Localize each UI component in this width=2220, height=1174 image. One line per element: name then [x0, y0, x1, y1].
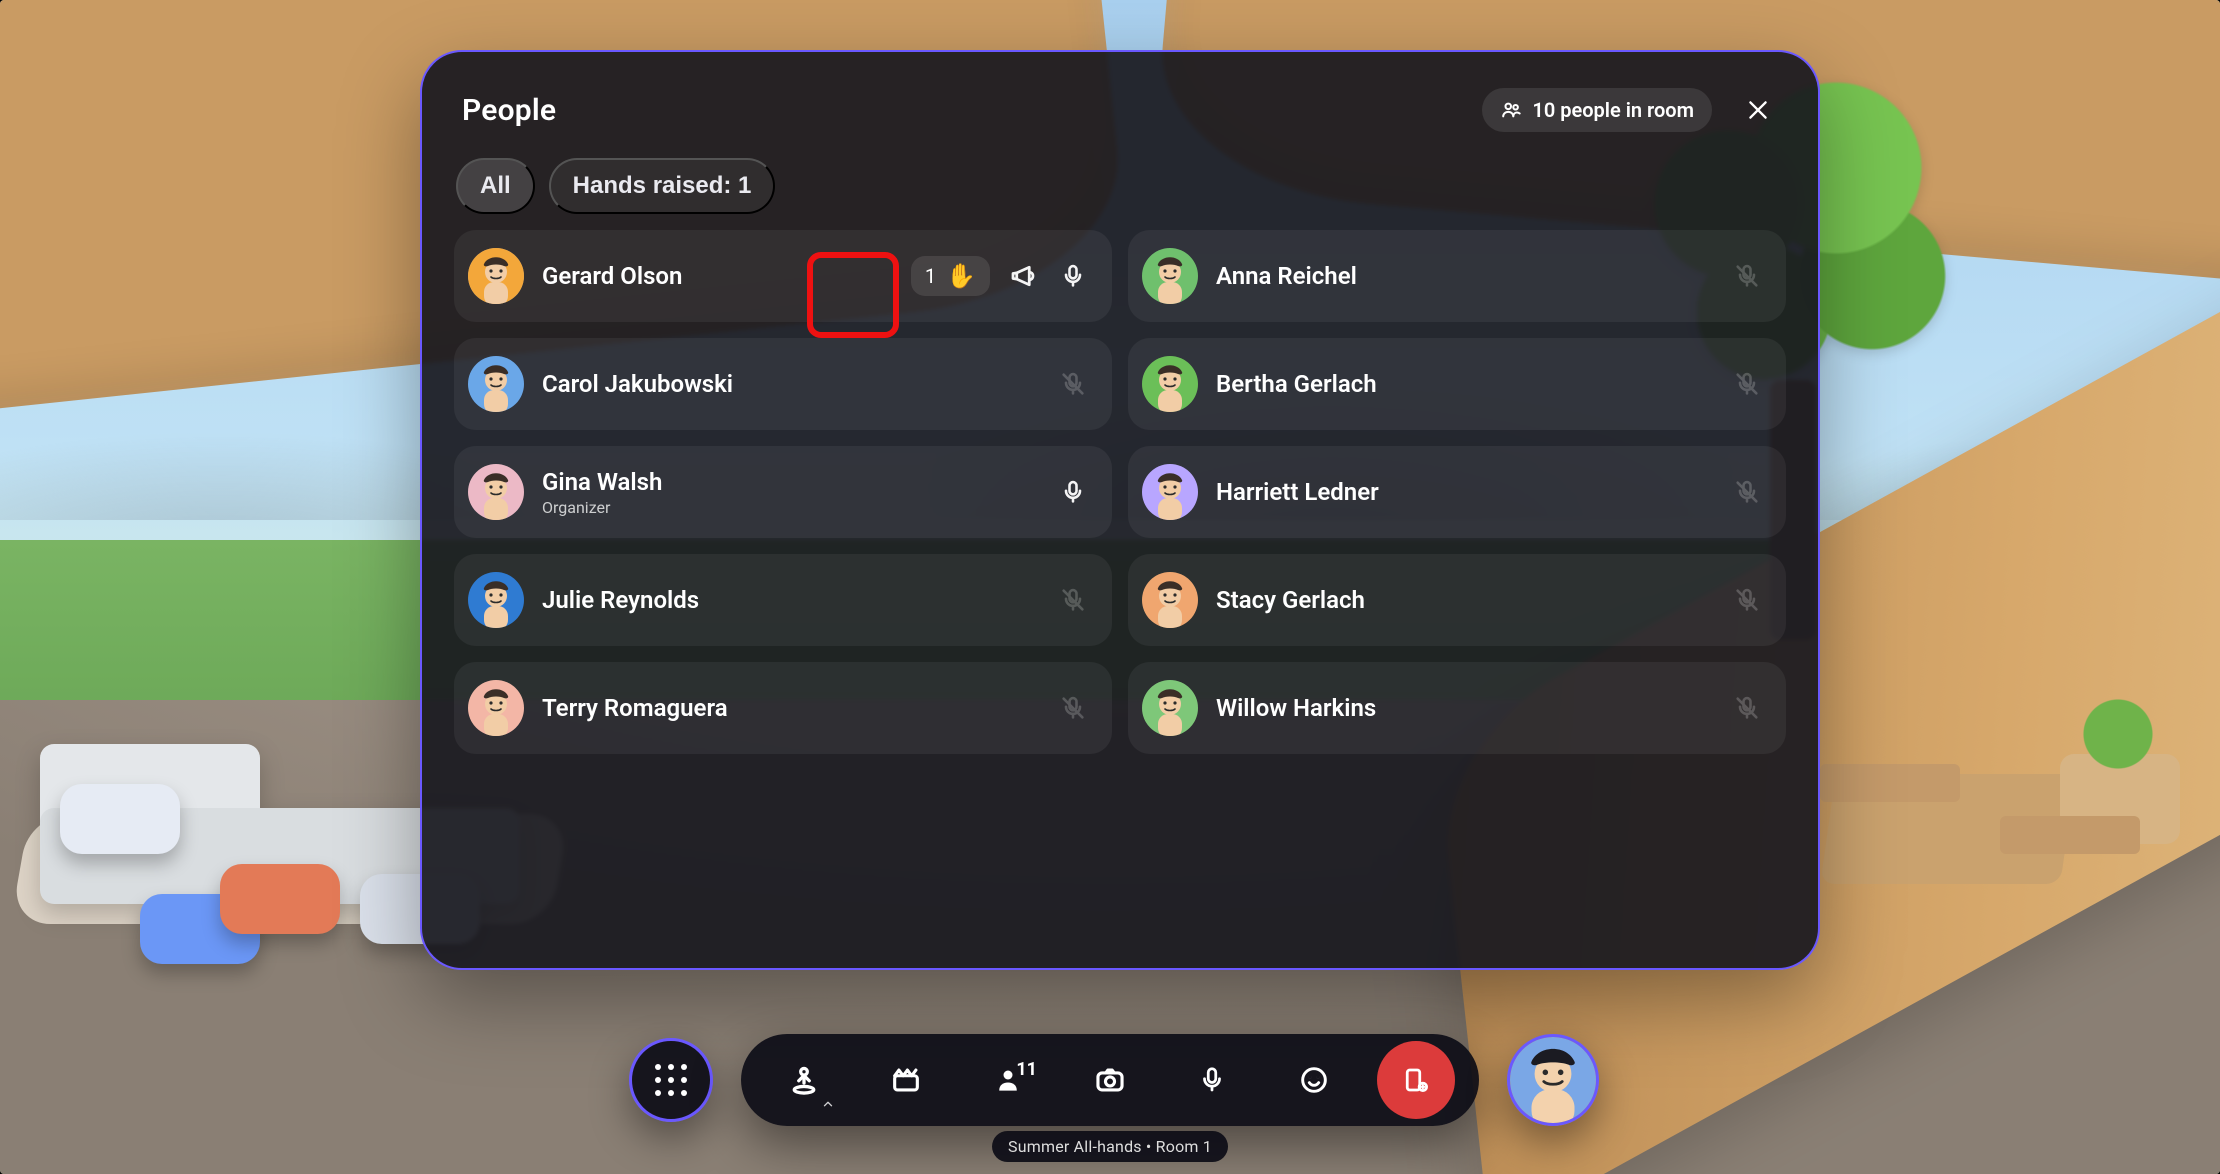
close-button[interactable] [1734, 86, 1782, 134]
avatar [468, 464, 524, 520]
microphone-icon [1197, 1065, 1227, 1095]
microphone-button[interactable] [1173, 1041, 1251, 1119]
avatar [1142, 680, 1198, 736]
leave-icon [1401, 1065, 1431, 1095]
people-icon [1500, 99, 1522, 121]
people-grid: Gerard Olson1✋ Anna Reichel [448, 230, 1792, 754]
avatar [1142, 572, 1198, 628]
person-name: Willow Harkins [1216, 694, 1376, 722]
avatar [468, 572, 524, 628]
reactions-button[interactable] [1275, 1041, 1353, 1119]
participants-button[interactable]: 11 [969, 1041, 1047, 1119]
person-name: Stacy Gerlach [1216, 586, 1365, 614]
tabs: All Hands raised: 1 [448, 148, 1792, 230]
name-block: Terry Romaguera [542, 694, 728, 722]
name-block: Bertha Gerlach [1216, 370, 1377, 398]
person-name: Harriett Ledner [1216, 478, 1379, 506]
participants-count: 11 [1016, 1059, 1037, 1080]
self-avatar-button[interactable] [1507, 1034, 1599, 1126]
panel-header: People 10 people in room [448, 82, 1792, 148]
name-block: Anna Reichel [1216, 262, 1357, 290]
room-count-text: 10 people in room [1532, 98, 1694, 122]
person-name: Carol Jakubowski [542, 370, 733, 398]
people-panel: People 10 people in room [420, 50, 1820, 970]
camera-icon [1093, 1063, 1127, 1097]
app-grid-icon [654, 1063, 688, 1097]
status-icons [1730, 475, 1764, 509]
status-icons [1056, 475, 1090, 509]
status-icons [1730, 691, 1764, 725]
person-name: Bertha Gerlach [1216, 370, 1377, 398]
room-label: Summer All-hands • Room 1 [992, 1131, 1228, 1162]
teleport-button[interactable] [765, 1041, 843, 1119]
person-card[interactable]: Carol Jakubowski [454, 338, 1112, 430]
person-card[interactable]: Gina Walsh Organizer [454, 446, 1112, 538]
person-card[interactable]: Willow Harkins [1128, 662, 1786, 754]
name-block: Stacy Gerlach [1216, 586, 1365, 614]
person-card[interactable]: Julie Reynolds [454, 554, 1112, 646]
microphone-muted-icon [1730, 475, 1764, 509]
person-name: Anna Reichel [1216, 262, 1357, 290]
raised-hand-icon: ✋ [946, 264, 976, 288]
app-grid-button[interactable] [629, 1038, 713, 1122]
chevron-up-icon [821, 1097, 835, 1111]
name-block: Willow Harkins [1216, 694, 1376, 722]
teleport-icon [786, 1062, 822, 1098]
avatar [1142, 248, 1198, 304]
person-name: Gina Walsh [542, 468, 662, 496]
hand-raised-badge[interactable]: 1✋ [911, 256, 990, 296]
close-icon [1745, 97, 1771, 123]
person-name: Terry Romaguera [542, 694, 728, 722]
capture-button[interactable] [867, 1041, 945, 1119]
microphone-muted-icon [1730, 259, 1764, 293]
person-card[interactable]: Stacy Gerlach [1128, 554, 1786, 646]
person-card[interactable]: Harriett Ledner [1128, 446, 1786, 538]
self-avatar [1510, 1037, 1596, 1123]
status-icons [1056, 583, 1090, 617]
microphone-icon [1056, 259, 1090, 293]
camera-button[interactable] [1071, 1041, 1149, 1119]
name-block: Gerard Olson [542, 262, 682, 290]
status-icons [1730, 259, 1764, 293]
tab-hands-raised[interactable]: Hands raised: 1 [549, 158, 776, 214]
tab-all[interactable]: All [456, 158, 535, 214]
avatar [1142, 464, 1198, 520]
avatar [1142, 356, 1198, 412]
dock-center: 11 [741, 1034, 1479, 1126]
microphone-muted-icon [1056, 691, 1090, 725]
name-block: Harriett Ledner [1216, 478, 1379, 506]
person-card[interactable]: Bertha Gerlach [1128, 338, 1786, 430]
person-name: Gerard Olson [542, 262, 682, 290]
status-icons [1056, 691, 1090, 725]
person-subtitle: Organizer [542, 498, 662, 517]
status-icons [1730, 583, 1764, 617]
avatar [468, 248, 524, 304]
microphone-icon [1056, 475, 1090, 509]
clapper-icon [889, 1063, 923, 1097]
room-count-pill[interactable]: 10 people in room [1482, 88, 1712, 132]
status-icons [1730, 367, 1764, 401]
avatar [468, 356, 524, 412]
microphone-muted-icon [1730, 583, 1764, 617]
avatar [468, 680, 524, 736]
leave-button[interactable] [1377, 1041, 1455, 1119]
panel-title: People [462, 93, 556, 128]
person-card[interactable]: Anna Reichel [1128, 230, 1786, 322]
microphone-muted-icon [1056, 583, 1090, 617]
status-icons [1056, 367, 1090, 401]
person-card[interactable]: Gerard Olson1✋ [454, 230, 1112, 322]
status-icons: 1✋ [911, 256, 1090, 296]
microphone-muted-icon [1730, 367, 1764, 401]
bottom-dock: 11 [563, 1034, 1657, 1126]
microphone-muted-icon [1056, 367, 1090, 401]
name-block: Gina Walsh Organizer [542, 468, 662, 517]
microphone-muted-icon [1730, 691, 1764, 725]
name-block: Carol Jakubowski [542, 370, 733, 398]
person-name: Julie Reynolds [542, 586, 699, 614]
megaphone-icon [1006, 259, 1040, 293]
person-card[interactable]: Terry Romaguera [454, 662, 1112, 754]
smile-icon [1298, 1064, 1330, 1096]
hand-order: 1 [925, 264, 936, 288]
name-block: Julie Reynolds [542, 586, 699, 614]
